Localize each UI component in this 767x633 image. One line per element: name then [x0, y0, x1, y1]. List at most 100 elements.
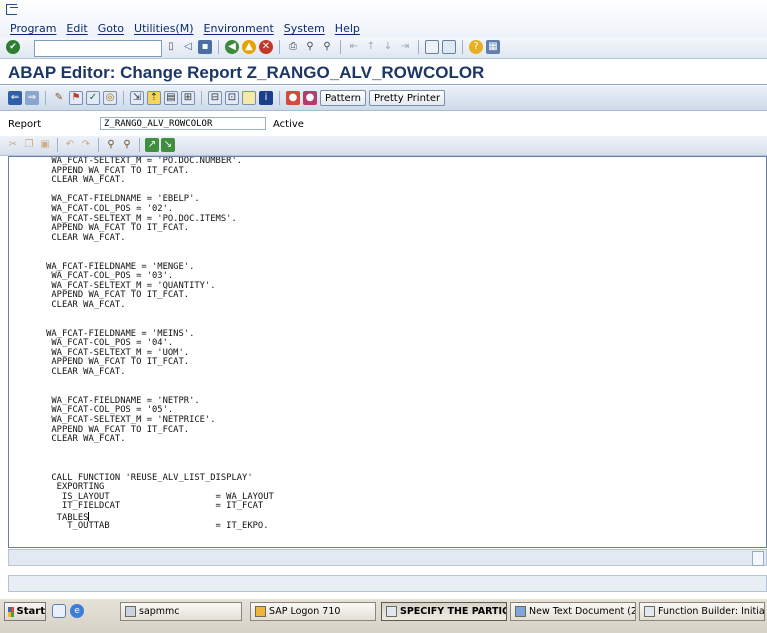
- code-editor[interactable]: WA_FCAT-SELTEXT_M = 'PO.DOC.NUMBER'. APP…: [8, 156, 767, 548]
- code-line[interactable]: CLEAR WA_FCAT.: [9, 233, 274, 244]
- debugging-icon[interactable]: ●: [286, 91, 300, 105]
- sap-logon-icon: [255, 606, 266, 617]
- taskbar-item-specify[interactable]: SPECIFY THE PARTICU...: [381, 602, 507, 621]
- console-icon: [125, 606, 136, 617]
- code-line[interactable]: CLEAR WA_FCAT.: [9, 176, 274, 186]
- help-icon[interactable]: ?: [469, 40, 483, 54]
- object-list-icon[interactable]: ▤: [164, 91, 178, 105]
- paste-icon[interactable]: ▣: [38, 138, 52, 152]
- display-object-list-icon[interactable]: ⊟: [208, 91, 222, 105]
- check-icon[interactable]: ✓: [86, 91, 100, 105]
- create-session-icon[interactable]: [425, 40, 439, 54]
- find-icon[interactable]: ⚲: [303, 40, 317, 54]
- back-arrow-icon[interactable]: ⇐: [8, 91, 22, 105]
- code-line[interactable]: IT_FIELDCAT = IT_FCAT: [9, 502, 274, 512]
- cancel-icon[interactable]: ✕: [259, 40, 273, 54]
- redo-icon[interactable]: ↷: [79, 138, 93, 152]
- find-next-editor-icon[interactable]: ⚲: [120, 138, 134, 152]
- code-content[interactable]: WA_FCAT-SELTEXT_M = 'PO.DOC.NUMBER'. APP…: [9, 157, 274, 531]
- taskbar-item-sapmmc[interactable]: sapmmc: [120, 602, 242, 621]
- shortcut-icon[interactable]: [442, 40, 456, 54]
- task-label: sapmmc: [139, 606, 180, 617]
- inactive-objects-icon[interactable]: ⊡: [225, 91, 239, 105]
- toolbar-separator: [279, 40, 280, 54]
- other-object-icon[interactable]: ⚑: [69, 91, 83, 105]
- find-replace-icon[interactable]: ⚲: [104, 138, 118, 152]
- notepad-icon: [515, 606, 526, 617]
- copy-icon[interactable]: ❐: [22, 138, 36, 152]
- print-icon[interactable]: ⎙: [286, 40, 300, 54]
- test-icon[interactable]: ⇲: [130, 91, 144, 105]
- code-line[interactable]: [9, 445, 274, 455]
- start-label: Start: [16, 606, 45, 617]
- toolbar-separator: [279, 91, 280, 105]
- start-button[interactable]: Start: [4, 602, 46, 621]
- menu-item-help[interactable]: Help: [335, 22, 360, 35]
- cut-icon[interactable]: ✂: [6, 138, 20, 152]
- code-line[interactable]: [9, 378, 274, 388]
- code-line[interactable]: CLEAR WA_FCAT.: [9, 435, 274, 445]
- next-page-icon[interactable]: ↓: [381, 40, 395, 54]
- where-used-icon[interactable]: ⇡: [147, 91, 161, 105]
- menu-bar: Program Edit Goto Utilities(M) Environment Sy…: [0, 0, 767, 39]
- toolbar-separator: [418, 40, 419, 54]
- menu-item-environment[interactable]: Environment: [204, 22, 274, 35]
- find-next-icon[interactable]: ⚲: [320, 40, 334, 54]
- forward-arrow-icon[interactable]: ⇒: [25, 91, 39, 105]
- menu-item-system[interactable]: System: [284, 22, 325, 35]
- upload-icon[interactable]: ↗: [145, 138, 159, 152]
- command-field[interactable]: [34, 40, 162, 57]
- system-menu-icon[interactable]: [6, 4, 18, 15]
- information-icon[interactable]: i: [259, 91, 273, 105]
- menu-item-edit[interactable]: Edit: [66, 22, 87, 35]
- toolbar-separator: [340, 40, 341, 54]
- display-change-icon[interactable]: ✎: [52, 91, 66, 105]
- taskbar-item-sap-logon[interactable]: SAP Logon 710: [250, 602, 376, 621]
- toolbar-separator: [462, 40, 463, 54]
- standard-toolbar-icons: ▯ ◁ ▪ ◀ ▲ ✕ ⎙ ⚲ ⚲ ⇤ ↑ ↓ ⇥ ? ▦: [164, 40, 500, 54]
- code-line[interactable]: CLEAR WA_FCAT.: [9, 300, 274, 311]
- first-page-icon[interactable]: ⇤: [347, 40, 361, 54]
- download-icon[interactable]: ↘: [161, 138, 175, 152]
- editor-toolbar-icons: ✂ ❐ ▣ ↶ ↷ ⚲ ⚲ ↗ ↘: [6, 138, 175, 152]
- horizontal-scrollbar[interactable]: [8, 549, 767, 566]
- page-title: ABAP Editor: Change Report Z_RANGO_ALV_R…: [8, 63, 485, 82]
- quick-launch: e: [52, 604, 84, 618]
- code-line[interactable]: T_OUTTAB = IT_EKPO.: [9, 521, 274, 532]
- last-page-icon[interactable]: ⇥: [398, 40, 412, 54]
- status-bar: [8, 575, 767, 592]
- code-line[interactable]: [9, 311, 274, 321]
- previous-page-icon[interactable]: ↑: [364, 40, 378, 54]
- command-history-icon[interactable]: ▯: [164, 40, 178, 54]
- scroll-right-button[interactable]: [752, 551, 764, 566]
- back-icon[interactable]: ◀: [225, 40, 239, 54]
- windows-logo-icon: [8, 606, 14, 617]
- save-icon[interactable]: ▪: [198, 40, 212, 54]
- code-line[interactable]: [9, 454, 274, 464]
- pretty-printer-button[interactable]: Pretty Printer: [368, 90, 446, 106]
- show-desktop-icon[interactable]: [52, 604, 66, 618]
- menu-item-program[interactable]: Program: [10, 22, 56, 35]
- menu-item-utilities-m[interactable]: Utilities(M): [134, 22, 193, 35]
- set-breakpoint-icon[interactable]: [242, 91, 256, 105]
- title-divider: [0, 84, 767, 85]
- exit-icon[interactable]: ▲: [242, 40, 256, 54]
- task-label: SPECIFY THE PARTICU...: [400, 606, 506, 617]
- navigation-window-icon[interactable]: ⊞: [181, 91, 195, 105]
- undo-icon[interactable]: ↶: [63, 138, 77, 152]
- menu-item-goto[interactable]: Goto: [98, 22, 124, 35]
- code-line[interactable]: [9, 243, 274, 253]
- external-breakpoint-icon[interactable]: ●: [303, 91, 317, 105]
- taskbar-item-text-document[interactable]: New Text Document (2) ...: [510, 602, 636, 621]
- activate-icon[interactable]: ◎: [103, 91, 117, 105]
- taskbar-item-function-builder[interactable]: Function Builder: Initial S...: [639, 602, 765, 621]
- application-toolbar: ⇐ ⇒ ✎ ⚑ ✓ ◎ ⇲ ⇡ ▤ ⊞ ⊟ ⊡ i ● ● Pattern Pr…: [0, 86, 767, 111]
- previous-icon[interactable]: ◁: [181, 40, 195, 54]
- pattern-button[interactable]: Pattern: [320, 90, 366, 106]
- enter-icon[interactable]: ✔: [6, 40, 20, 54]
- layout-icon[interactable]: ▦: [486, 40, 500, 54]
- code-line[interactable]: CLEAR WA_FCAT.: [9, 367, 274, 378]
- toolbar-separator: [139, 138, 140, 152]
- standard-toolbar: ✔ ▯ ◁ ▪ ◀ ▲ ✕ ⎙ ⚲ ⚲ ⇤ ↑ ↓ ⇥ ? ▦: [0, 38, 767, 59]
- internet-explorer-icon[interactable]: e: [70, 604, 84, 618]
